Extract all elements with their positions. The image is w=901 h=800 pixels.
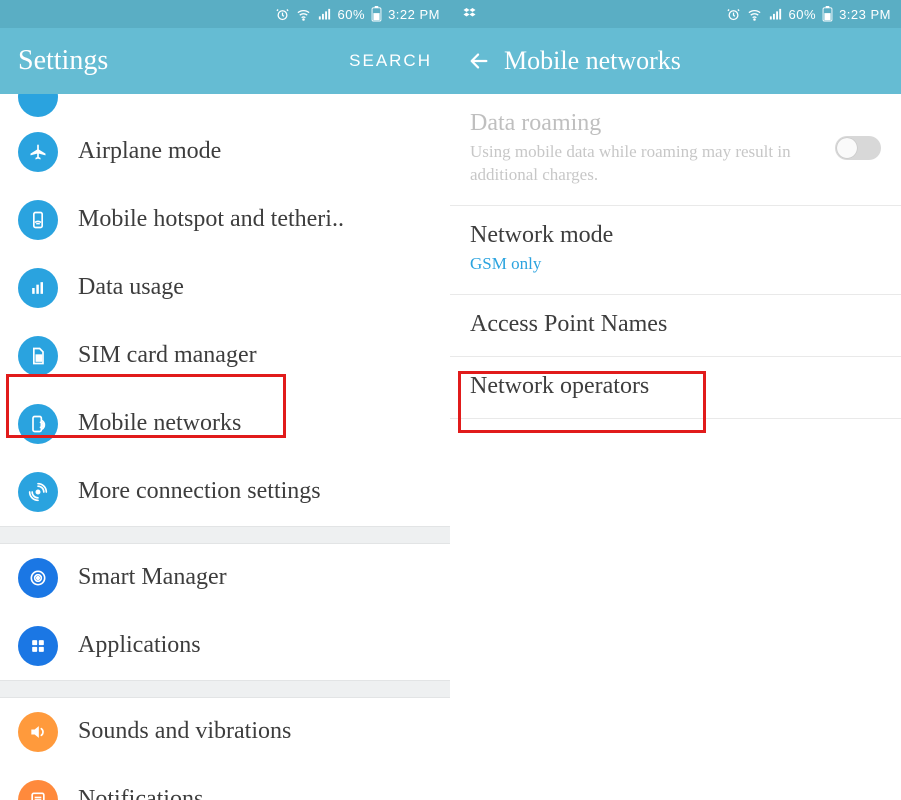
list-item[interactable] <box>0 94 450 118</box>
alarm-icon <box>726 7 741 22</box>
setting-title: Network operators <box>470 373 881 400</box>
more-connections-icon <box>18 472 58 512</box>
sim-icon <box>18 336 58 376</box>
list-item-applications[interactable]: Applications <box>0 612 450 680</box>
list-item-label: SIM card manager <box>78 342 257 369</box>
battery-icon <box>822 6 833 22</box>
toggle-data-roaming[interactable] <box>835 136 881 160</box>
list-item-label: Mobile networks <box>78 410 241 437</box>
setting-network-mode[interactable]: Network mode GSM only <box>450 206 901 295</box>
list-item-hotspot[interactable]: Mobile hotspot and tetheri.. <box>0 186 450 254</box>
list-item-label: Smart Manager <box>78 564 227 591</box>
back-button[interactable] <box>468 50 490 72</box>
list-item-smart-manager[interactable]: Smart Manager <box>0 544 450 612</box>
list-item-label: Notifications <box>78 786 203 800</box>
mobile-networks-icon <box>18 404 58 444</box>
battery-percent: 60% <box>789 7 817 22</box>
status-bar: 60% 3:23 PM <box>450 0 901 28</box>
signal-icon <box>768 7 783 22</box>
app-bar: Mobile networks <box>450 28 901 94</box>
status-bar: 60% 3:22 PM <box>0 0 450 28</box>
settings-list: Airplane mode Mobile hotspot and tetheri… <box>0 94 450 800</box>
setting-title: Network mode <box>470 222 881 249</box>
list-item-label: Sounds and vibrations <box>78 718 291 745</box>
list-item-mobile-networks[interactable]: Mobile networks <box>0 390 450 458</box>
list-item-sim-manager[interactable]: SIM card manager <box>0 322 450 390</box>
setting-title: Data roaming <box>470 110 819 137</box>
list-item-sounds[interactable]: Sounds and vibrations <box>0 698 450 766</box>
search-button[interactable]: SEARCH <box>349 51 432 71</box>
sound-icon <box>18 712 58 752</box>
wifi-icon <box>296 7 311 22</box>
airplane-icon <box>18 132 58 172</box>
clock-time: 3:23 PM <box>839 7 891 22</box>
data-usage-icon <box>18 268 58 308</box>
setting-description: Using mobile data while roaming may resu… <box>470 141 819 187</box>
setting-network-operators[interactable]: Network operators <box>450 357 901 419</box>
list-item-label: Airplane mode <box>78 138 221 165</box>
setting-apn[interactable]: Access Point Names <box>450 295 901 357</box>
generic-icon <box>18 94 58 117</box>
signal-icon <box>317 7 332 22</box>
list-item-data-usage[interactable]: Data usage <box>0 254 450 322</box>
smart-manager-icon <box>18 558 58 598</box>
screen-mobile-networks: 60% 3:23 PM Mobile networks Data roaming… <box>450 0 901 800</box>
list-item-more-connections[interactable]: More connection settings <box>0 458 450 526</box>
wifi-icon <box>747 7 762 22</box>
list-item-label: Applications <box>78 632 201 659</box>
setting-title: Access Point Names <box>470 311 881 338</box>
list-item-notifications[interactable]: Notifications <box>0 766 450 800</box>
page-title: Mobile networks <box>504 46 883 76</box>
hotspot-icon <box>18 200 58 240</box>
list-item-label: Mobile hotspot and tetheri.. <box>78 206 344 233</box>
battery-percent: 60% <box>338 7 366 22</box>
screen-settings: 60% 3:22 PM Settings SEARCH Airplane mod… <box>0 0 450 800</box>
setting-value: GSM only <box>470 253 881 276</box>
list-item-label: More connection settings <box>78 478 321 505</box>
setting-data-roaming[interactable]: Data roaming Using mobile data while roa… <box>450 94 901 206</box>
battery-icon <box>371 6 382 22</box>
applications-icon <box>18 626 58 666</box>
alarm-icon <box>275 7 290 22</box>
app-bar: Settings SEARCH <box>0 28 450 94</box>
notifications-icon <box>18 780 58 800</box>
section-divider <box>0 526 450 544</box>
page-title: Settings <box>18 45 335 77</box>
section-divider <box>0 680 450 698</box>
clock-time: 3:22 PM <box>388 7 440 22</box>
list-item-label: Data usage <box>78 274 184 301</box>
dropbox-icon <box>462 6 478 27</box>
list-item-airplane-mode[interactable]: Airplane mode <box>0 118 450 186</box>
